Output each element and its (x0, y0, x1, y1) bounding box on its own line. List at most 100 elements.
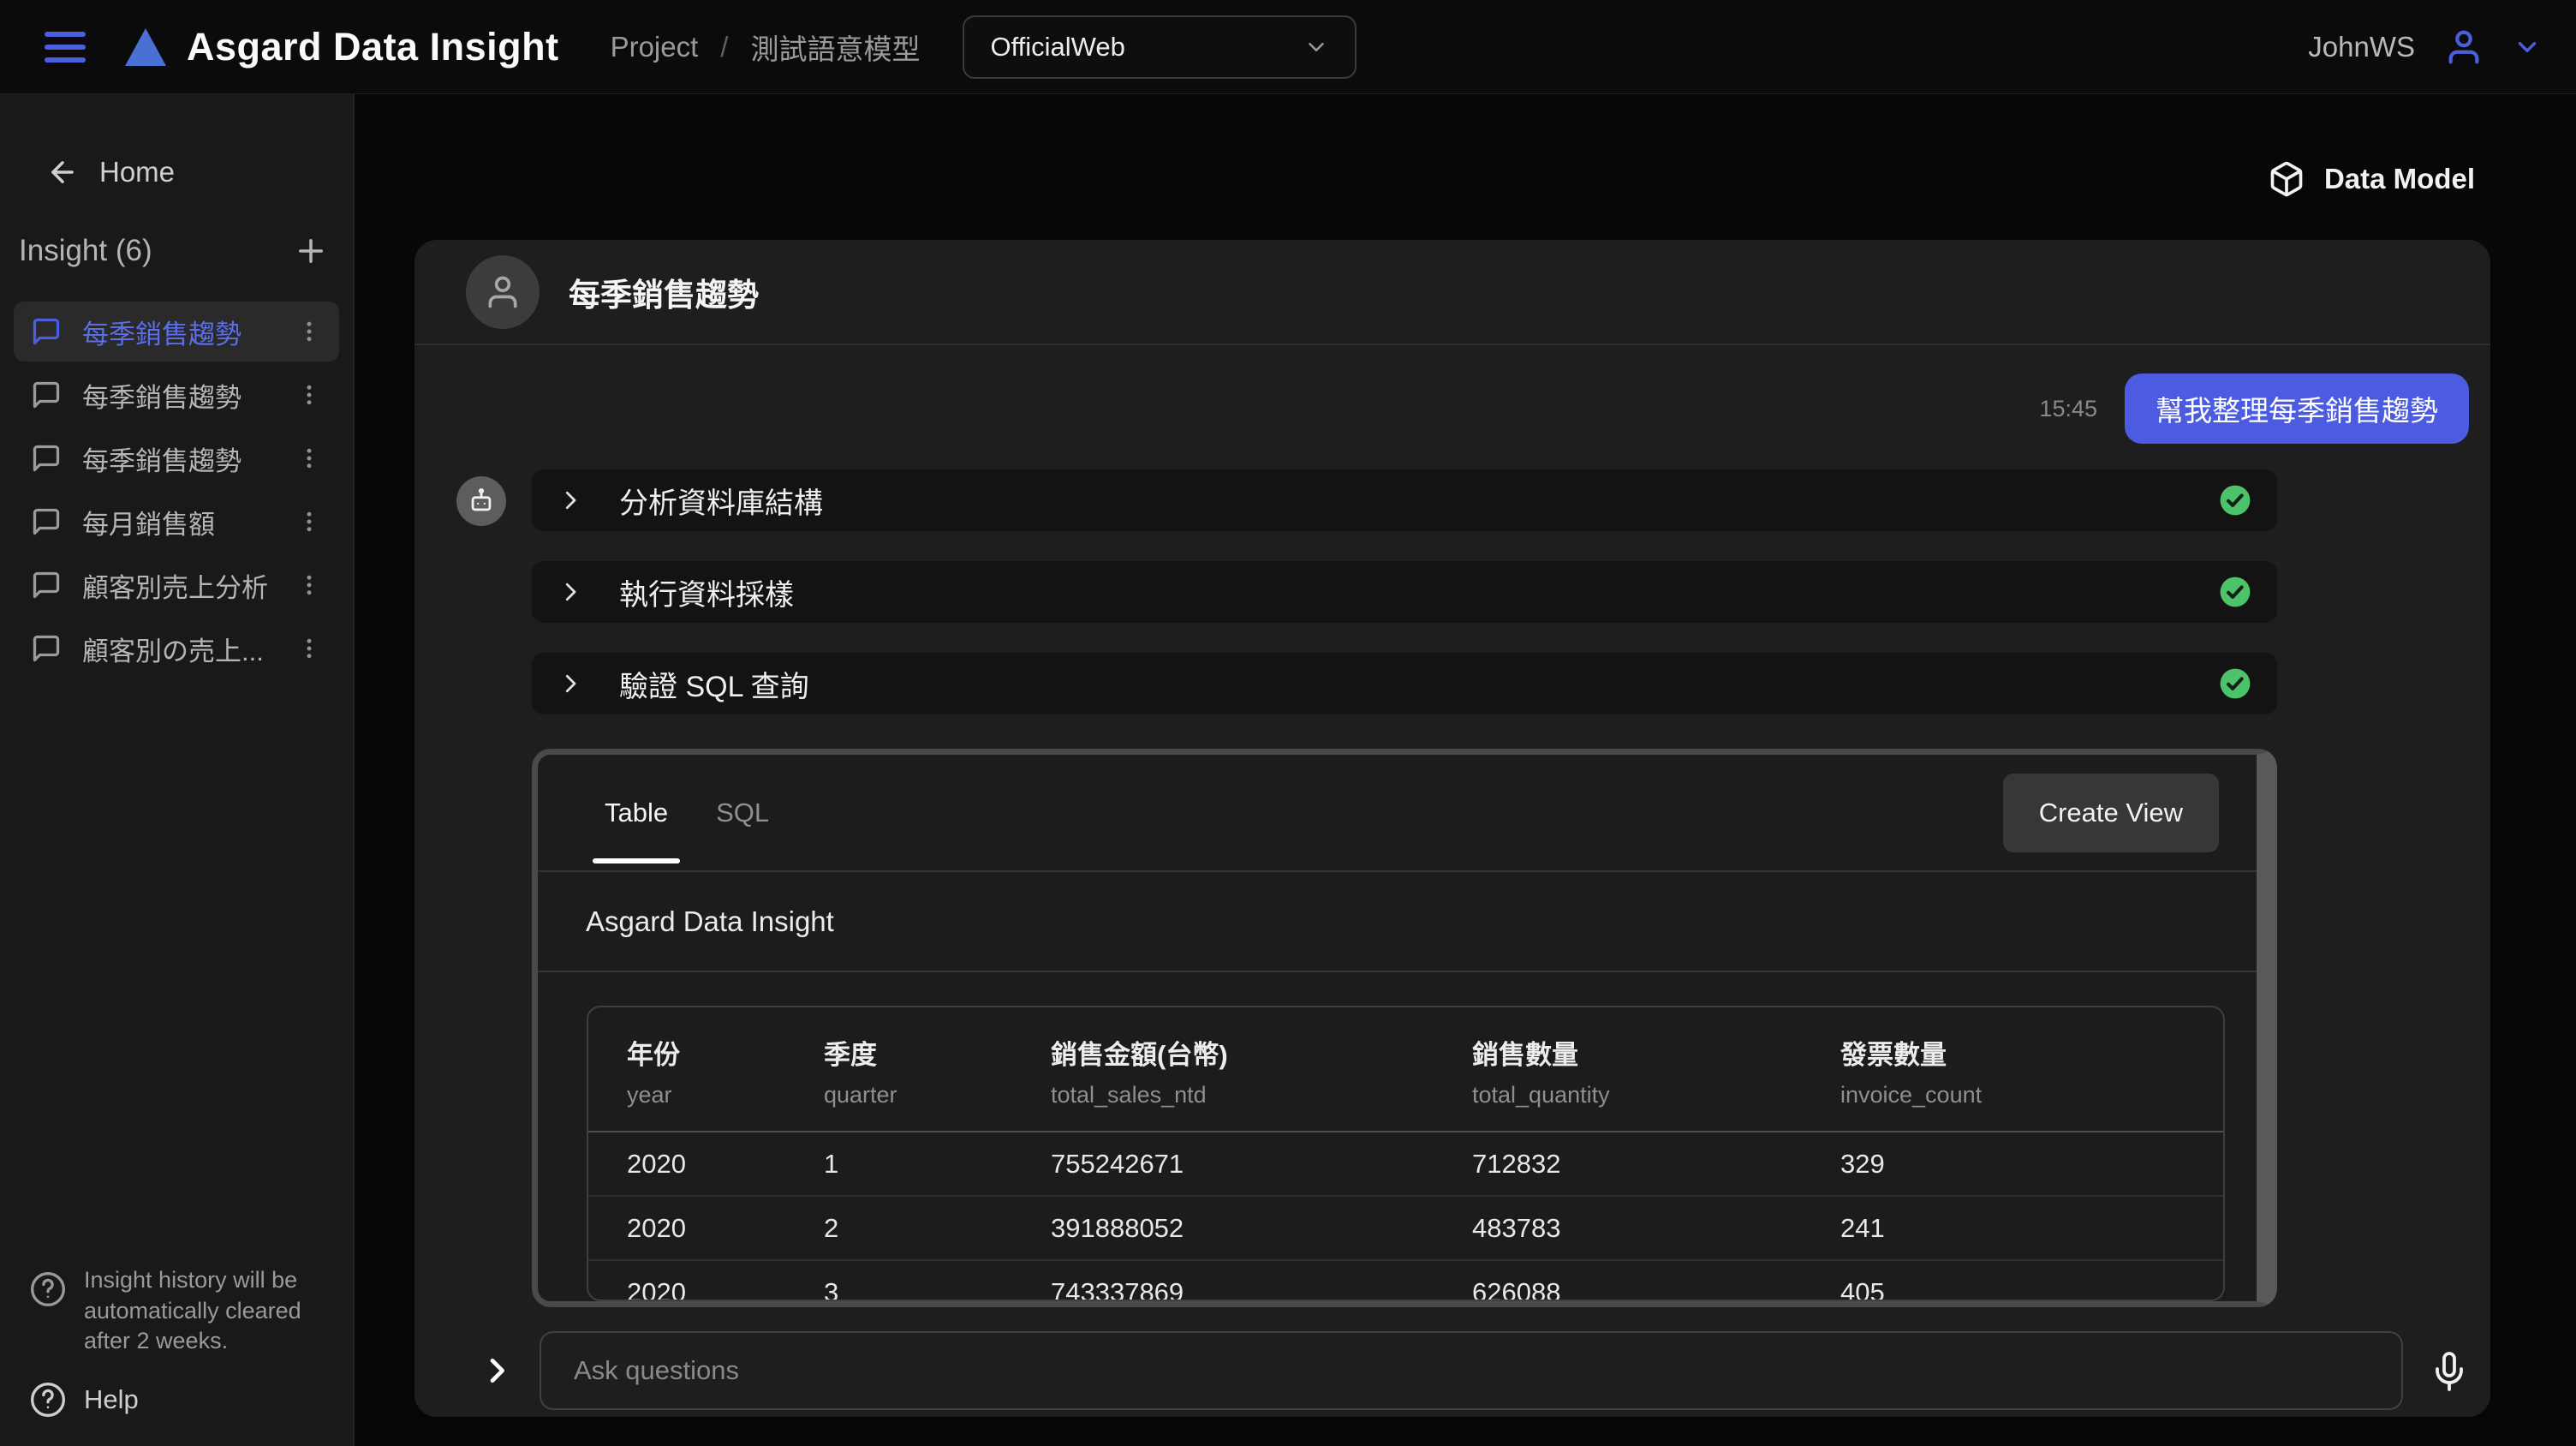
table-column-header: 季度 quarter (824, 1033, 1051, 1108)
chat-bubble-icon (31, 570, 62, 601)
main-area: Data Model 每季銷售趨勢 15:45 幫我整理每季銷售趨勢 分析資 (356, 94, 2576, 1446)
question-circle-icon (29, 1381, 67, 1419)
kebab-menu-icon[interactable] (296, 636, 322, 661)
tab-table[interactable]: Table (581, 755, 692, 870)
table-row: 2020 1 755242671 712832 329 (588, 1132, 2223, 1197)
topbar: Asgard Data Insight Project / 測試語意模型 Off… (0, 0, 2576, 94)
table-cell: 1 (824, 1149, 1051, 1180)
history-note-text: Insight history will be automatically cl… (84, 1265, 317, 1357)
user-message-row: 15:45 幫我整理每季銷售趨勢 (414, 373, 2469, 444)
new-insight-button[interactable] (293, 233, 329, 269)
result-table: 年份 year 季度 quarter 銷售金額(台幣) total_sales_… (587, 1006, 2225, 1301)
table-cell: 405 (1840, 1277, 2223, 1302)
column-label: 季度 (824, 1033, 1051, 1072)
chat-bubble-icon (31, 506, 62, 537)
app-logo-triangle-icon (125, 28, 166, 66)
plus-icon (293, 233, 329, 269)
message-timestamp: 15:45 (2039, 396, 2097, 422)
microphone-icon[interactable] (2429, 1350, 2470, 1391)
check-circle-icon (2219, 576, 2251, 608)
data-model-button[interactable]: Data Model (2263, 159, 2480, 199)
insight-item[interactable]: 顧客別売上分析 (14, 555, 339, 615)
step-label: 執行資料採樣 (619, 571, 794, 613)
insight-item-label: 顧客別売上分析 (82, 566, 276, 605)
user-menu-chevron-down-icon[interactable] (2513, 33, 2542, 62)
kebab-menu-icon[interactable] (296, 572, 322, 598)
column-field: total_quantity (1472, 1082, 1840, 1108)
ask-questions-input[interactable] (540, 1331, 2403, 1410)
breadcrumb-current[interactable]: 測試語意模型 (750, 27, 920, 68)
home-label: Home (99, 156, 175, 188)
breadcrumb-section[interactable]: Project (611, 31, 699, 63)
result-panel: Table SQL Create View Asgard Data Insigh… (532, 749, 2277, 1307)
chevron-right-icon (558, 487, 583, 513)
robot-icon (467, 487, 496, 516)
table-column-header: 發票數量 invoice_count (1840, 1033, 2223, 1108)
kebab-menu-icon[interactable] (296, 445, 322, 471)
kebab-menu-icon[interactable] (296, 509, 322, 535)
hamburger-menu-icon[interactable] (45, 32, 86, 63)
expand-chevron-right-icon[interactable] (480, 1353, 514, 1388)
chevron-right-icon (558, 671, 583, 696)
create-view-button[interactable]: Create View (2003, 774, 2219, 852)
breadcrumb-separator: / (720, 31, 728, 63)
insight-item[interactable]: 每季銷售趨勢 (14, 365, 339, 425)
step-analyze-db-structure[interactable]: 分析資料庫結構 (532, 469, 2277, 531)
person-icon (484, 273, 522, 311)
user-message-bubble: 幫我整理每季銷售趨勢 (2125, 373, 2469, 444)
table-cell: 391888052 (1051, 1213, 1472, 1244)
bot-avatar (456, 476, 506, 526)
table-header-row: 年份 year 季度 quarter 銷售金額(台幣) total_sales_… (588, 1007, 2223, 1132)
insight-item[interactable]: 每季銷售趨勢 (14, 428, 339, 488)
step-label: 驗證 SQL 查詢 (619, 663, 809, 705)
workspace-select[interactable]: OfficialWeb (963, 15, 1357, 79)
chat-bubble-icon (31, 443, 62, 474)
tab-sql[interactable]: SQL (692, 755, 793, 870)
chat-panel: 每季銷售趨勢 15:45 幫我整理每季銷售趨勢 分析資料庫結構 (414, 240, 2490, 1417)
insight-list: 每季銷售趨勢 每季銷售趨勢 每季銷售趨勢 每月銷售額 顧客別売上分析 (14, 302, 339, 678)
column-label: 銷售數量 (1472, 1033, 1840, 1072)
table-cell: 329 (1840, 1149, 2223, 1180)
user-icon[interactable] (2444, 27, 2484, 67)
table-cell: 483783 (1472, 1213, 1840, 1244)
history-note: Insight history will be automatically cl… (29, 1265, 317, 1357)
insight-item-label: 每月銷售額 (82, 503, 276, 541)
table-cell: 241 (1840, 1213, 2223, 1244)
step-label: 分析資料庫結構 (619, 480, 823, 522)
help-button[interactable]: Help (29, 1381, 139, 1419)
data-model-label: Data Model (2324, 163, 2475, 195)
chat-bubble-icon (31, 316, 62, 347)
chat-input-row (414, 1331, 2490, 1410)
table-cell: 2020 (627, 1149, 824, 1180)
insight-section-title: Insight (6) (19, 234, 152, 268)
kebab-menu-icon[interactable] (296, 319, 322, 344)
help-label: Help (84, 1384, 139, 1415)
column-label: 發票數量 (1840, 1033, 2223, 1072)
home-button[interactable]: Home (46, 156, 175, 188)
insight-item-label: 每季銷售趨勢 (82, 376, 276, 415)
table-column-header: 年份 year (627, 1033, 824, 1108)
agent-steps: 分析資料庫結構 執行資料採樣 驗證 SQL 查詢 (532, 469, 2277, 714)
workspace-select-value: OfficialWeb (990, 32, 1124, 63)
insight-section-header: Insight (6) (19, 233, 329, 269)
chat-title: 每季銷售趨勢 (569, 269, 759, 315)
column-field: year (627, 1082, 824, 1108)
user-name: JohnWS (2308, 31, 2415, 63)
breadcrumb: Project / 測試語意模型 (611, 27, 921, 68)
insight-item[interactable]: 每月銷售額 (14, 492, 339, 552)
insight-item[interactable]: 顧客別の売上... (14, 618, 339, 678)
kebab-menu-icon[interactable] (296, 382, 322, 408)
step-validate-sql[interactable]: 驗證 SQL 查詢 (532, 653, 2277, 714)
table-cell: 626088 (1472, 1277, 1840, 1302)
insight-item[interactable]: 每季銷售趨勢 (14, 302, 339, 362)
result-panel-title: Asgard Data Insight (538, 872, 2257, 972)
column-field: invoice_count (1840, 1082, 2223, 1108)
chat-header: 每季銷售趨勢 (414, 240, 2490, 345)
chat-avatar (466, 255, 540, 329)
cube-icon (2268, 160, 2305, 198)
step-run-data-sampling[interactable]: 執行資料採樣 (532, 561, 2277, 623)
insight-item-label: 每季銷售趨勢 (82, 313, 276, 351)
table-cell: 2020 (627, 1277, 824, 1302)
chat-bubble-icon (31, 633, 62, 664)
table-cell: 712832 (1472, 1149, 1840, 1180)
